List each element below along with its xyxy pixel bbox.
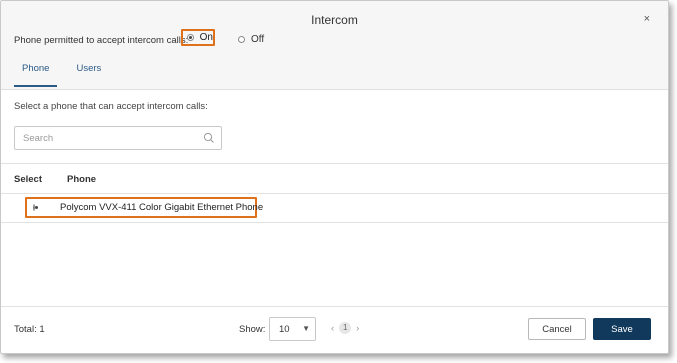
instruction-text: Select a phone that can accept intercom … — [14, 101, 208, 112]
radio-on-label: On — [199, 32, 213, 43]
radio-off-label: Off — [251, 34, 265, 45]
dialog-title: Intercom — [311, 13, 358, 27]
dialog-footer: Total: 1 Show: 10 ▼ ‹ 1 › Cancel Save — [1, 306, 668, 353]
dialog-header: Intercom × Phone permitted to accept int… — [1, 1, 668, 90]
intercom-dialog: Intercom × Phone permitted to accept int… — [0, 0, 669, 354]
next-page-button[interactable]: › — [353, 323, 362, 334]
prev-page-button[interactable]: ‹ — [328, 323, 337, 334]
search-box[interactable] — [14, 126, 222, 150]
phone-name: Polycom VVX-411 Color Gigabit Ethernet P… — [60, 202, 264, 213]
search-icon[interactable] — [203, 132, 215, 144]
page-size-select[interactable]: 10 ▼ — [269, 317, 316, 341]
show-label: Show: — [239, 324, 266, 335]
current-page[interactable]: 1 — [339, 322, 352, 334]
row-select-radio[interactable] — [33, 204, 38, 211]
tab-users[interactable]: Users — [68, 61, 109, 87]
radio-off-option[interactable]: Off — [238, 31, 264, 48]
permission-label: Phone permitted to accept intercom calls… — [14, 34, 189, 46]
search-input[interactable] — [15, 131, 205, 145]
column-header-select: Select — [14, 174, 42, 185]
radio-off-icon[interactable] — [238, 36, 245, 43]
table-header: Select Phone — [1, 163, 668, 194]
table-row[interactable]: Polycom VVX-411 Color Gigabit Ethernet P… — [1, 194, 668, 223]
radio-on-icon[interactable] — [187, 34, 194, 41]
radio-on-option[interactable]: On — [181, 29, 215, 46]
tab-bar: Phone Users — [14, 61, 109, 89]
page-size-value: 10 — [279, 323, 290, 335]
total-count: Total: 1 — [14, 324, 45, 335]
phone-row-highlight[interactable]: Polycom VVX-411 Color Gigabit Ethernet P… — [25, 197, 263, 218]
pagination: ‹ 1 › — [328, 322, 362, 334]
chevron-down-icon[interactable]: ▼ — [302, 324, 310, 333]
cancel-button[interactable]: Cancel — [528, 318, 586, 340]
tab-phone[interactable]: Phone — [14, 61, 58, 87]
save-button[interactable]: Save — [593, 318, 651, 340]
close-icon[interactable]: × — [644, 13, 650, 25]
column-header-phone[interactable]: Phone — [67, 174, 96, 185]
